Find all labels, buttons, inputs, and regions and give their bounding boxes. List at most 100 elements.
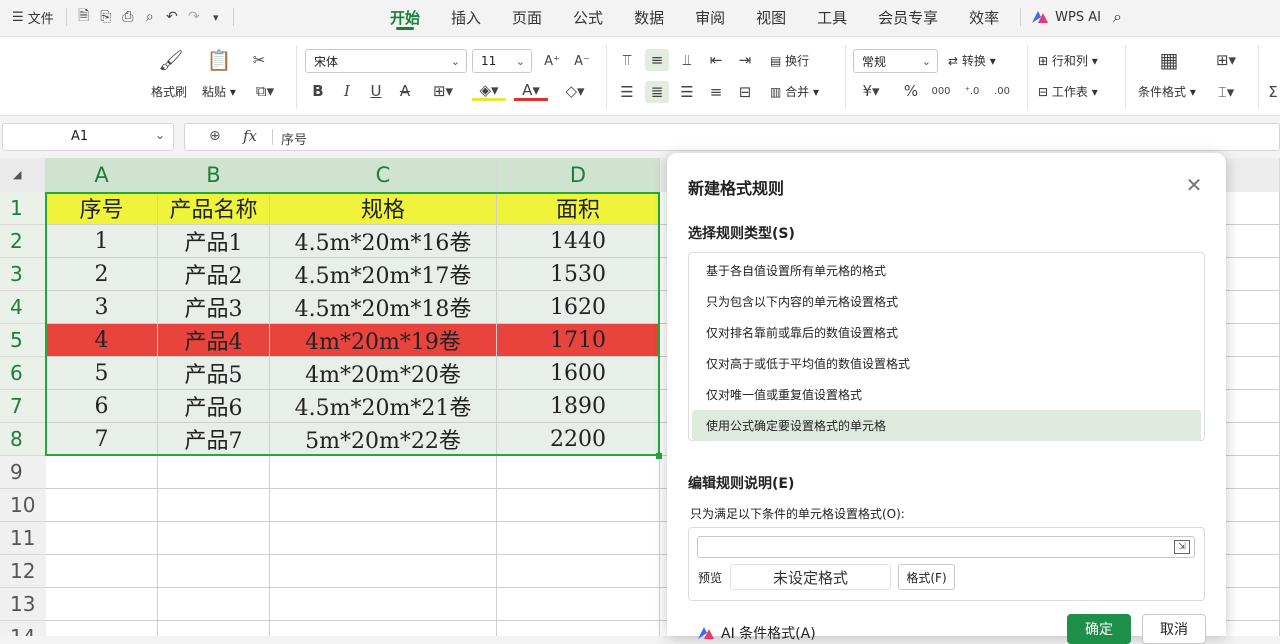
font-name-select[interactable]: 宋体 ⌄ <box>305 49 467 73</box>
rule-type-option[interactable]: 基于各自值设置所有单元格的格式 <box>692 255 1201 286</box>
clear-format-icon[interactable]: ◇▾ <box>558 81 592 101</box>
tab-home[interactable]: 开始 <box>390 0 420 34</box>
table-cell[interactable] <box>46 456 158 489</box>
formula-field[interactable]: ⇲ <box>697 536 1195 558</box>
name-box[interactable]: A1 ⌄ <box>2 123 174 151</box>
row-header[interactable]: 8 <box>0 423 46 456</box>
decrease-font-icon[interactable]: A⁻ <box>572 51 592 71</box>
table-cell[interactable]: 1620 <box>497 291 660 324</box>
tab-page[interactable]: 页面 <box>512 0 542 34</box>
worksheet-button[interactable]: ⊟ 工作表 ▾ <box>1038 83 1098 100</box>
table-cell[interactable]: 1 <box>46 225 158 258</box>
merge-button[interactable]: ▥ 合并 ▾ <box>770 83 819 100</box>
range-picker-icon[interactable]: ⇲ <box>1174 540 1190 554</box>
align-center-icon[interactable]: ≣ <box>645 81 669 103</box>
conditional-format-button[interactable]: 条件格式 ▾ <box>1138 83 1196 100</box>
table-cell[interactable]: 1710 <box>497 324 660 357</box>
table-cell[interactable] <box>497 621 660 636</box>
table-cell[interactable]: 1890 <box>497 390 660 423</box>
table-cell[interactable] <box>46 621 158 636</box>
distributed-icon[interactable]: ⊟ <box>734 81 756 103</box>
table-cell[interactable]: 4.5m*20m*18卷 <box>270 291 497 324</box>
row-header[interactable]: 13 <box>0 588 46 621</box>
chevron-down-icon[interactable]: ▾ <box>205 6 227 28</box>
table-cell[interactable] <box>270 522 497 555</box>
row-header[interactable]: 4 <box>0 291 46 324</box>
number-format-select[interactable]: 常规 ⌄ <box>853 49 938 73</box>
table-cell[interactable]: 7 <box>46 423 158 456</box>
wps-ai-button[interactable]: WPS AI <box>1031 0 1101 34</box>
table-cell[interactable]: 产品5 <box>158 357 270 390</box>
table-cell[interactable]: 1530 <box>497 258 660 291</box>
strikethrough-icon[interactable]: A <box>395 81 415 101</box>
table-cell[interactable]: 3 <box>46 291 158 324</box>
header-cell[interactable]: 产品名称 <box>158 192 270 225</box>
rows-cols-button[interactable]: ⊞ 行和列 ▾ <box>1038 52 1098 69</box>
format-button[interactable]: 格式(F) <box>898 564 955 590</box>
table-cell[interactable]: 4.5m*20m*17卷 <box>270 258 497 291</box>
column-header-d[interactable]: D <box>497 158 660 192</box>
print-preview-icon[interactable]: ⌕ <box>139 6 161 28</box>
column-header-c[interactable]: C <box>270 158 497 192</box>
table-cell[interactable]: 5m*20m*22卷 <box>270 423 497 456</box>
table-cell[interactable] <box>158 621 270 636</box>
copy-icon[interactable]: ⧉▾ <box>250 81 280 101</box>
wrap-text-button[interactable]: ▤ 换行 <box>770 52 809 69</box>
italic-icon[interactable]: I <box>337 81 357 101</box>
table-cell[interactable] <box>270 456 497 489</box>
table-cell[interactable] <box>46 522 158 555</box>
format-painter-icon[interactable]: 🖌 <box>158 47 184 73</box>
table-cell[interactable] <box>497 456 660 489</box>
font-color-icon[interactable]: A▾ <box>514 81 548 101</box>
table-cell[interactable] <box>158 588 270 621</box>
save-icon[interactable]: 🗎 <box>73 6 95 28</box>
table-cell[interactable]: 4 <box>46 324 158 357</box>
table-cell[interactable] <box>497 555 660 588</box>
table-cell[interactable] <box>497 522 660 555</box>
row-header[interactable]: 10 <box>0 489 46 522</box>
tab-efficiency[interactable]: 效率 <box>969 0 999 34</box>
row-header[interactable]: 5 <box>0 324 46 357</box>
rule-type-option[interactable]: 仅对排名靠前或靠后的数值设置格式 <box>692 317 1201 348</box>
underline-icon[interactable]: U <box>366 81 386 101</box>
file-menu[interactable]: ☰ 文件 <box>6 6 60 28</box>
search-icon[interactable]: ⌕ <box>1113 0 1122 34</box>
row-header[interactable]: 9 <box>0 456 46 489</box>
table-cell[interactable]: 产品3 <box>158 291 270 324</box>
select-all-corner[interactable]: ◢ <box>0 158 46 192</box>
table-cell[interactable]: 4m*20m*20卷 <box>270 357 497 390</box>
ai-conditional-format-button[interactable]: AI 条件格式(A) <box>697 623 816 643</box>
table-cell[interactable]: 1600 <box>497 357 660 390</box>
row-header[interactable]: 2 <box>0 225 46 258</box>
redo-icon[interactable]: ↷ <box>183 6 205 28</box>
row-header[interactable]: 7 <box>0 390 46 423</box>
table-cell[interactable]: 1440 <box>497 225 660 258</box>
decrease-indent-icon[interactable]: ⇤ <box>705 49 727 71</box>
row-header[interactable]: 11 <box>0 522 46 555</box>
thousands-icon[interactable]: 000 <box>930 81 952 101</box>
row-header[interactable]: 3 <box>0 258 46 291</box>
header-cell[interactable]: 面积 <box>497 192 660 225</box>
decrease-decimal-icon[interactable]: .00 <box>990 81 1014 101</box>
table-cell[interactable]: 5 <box>46 357 158 390</box>
table-cell[interactable] <box>46 489 158 522</box>
tab-formula[interactable]: 公式 <box>573 0 603 34</box>
share-icon[interactable]: ⎘ <box>95 6 117 28</box>
percent-icon[interactable]: % <box>900 81 922 101</box>
tab-view[interactable]: 视图 <box>756 0 786 34</box>
tab-data[interactable]: 数据 <box>634 0 664 34</box>
align-top-icon[interactable]: ⫪ <box>616 49 638 71</box>
table-cell[interactable]: 产品1 <box>158 225 270 258</box>
table-style-icon[interactable]: ⊞▾ <box>1210 49 1242 71</box>
row-header[interactable]: 14 <box>0 621 46 636</box>
currency-icon[interactable]: ¥▾ <box>856 81 886 101</box>
borders-icon[interactable]: ⊞▾ <box>428 81 458 101</box>
rule-type-option[interactable]: 仅对唯一值或重复值设置格式 <box>692 379 1201 410</box>
table-cell[interactable] <box>270 489 497 522</box>
tab-review[interactable]: 审阅 <box>695 0 725 34</box>
rule-type-option[interactable]: 只为包含以下内容的单元格设置格式 <box>692 286 1201 317</box>
formula-input[interactable]: ⊕ fx 序号 <box>184 123 1280 151</box>
cancel-button[interactable]: 取消 <box>1142 614 1206 644</box>
column-header-b[interactable]: B <box>158 158 270 192</box>
rule-type-option[interactable]: 仅对高于或低于平均值的数值设置格式 <box>692 348 1201 379</box>
